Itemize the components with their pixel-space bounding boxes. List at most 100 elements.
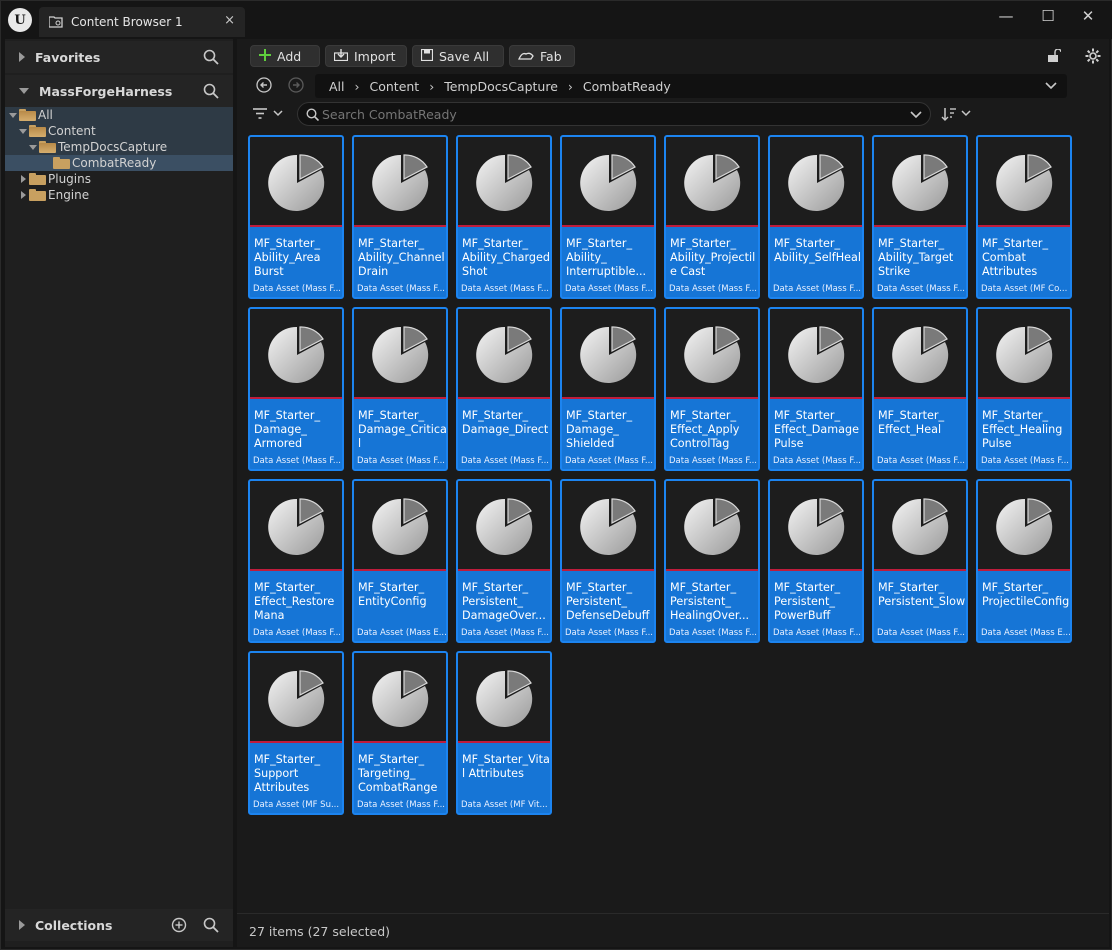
chevron-down-icon[interactable]: [1045, 80, 1057, 94]
search-icon[interactable]: [203, 49, 219, 68]
search-icon[interactable]: [203, 917, 219, 936]
window-close-icon[interactable]: ✕: [1073, 7, 1103, 27]
asset-type: Data Asset (Mass F...: [565, 284, 653, 294]
favorites-header[interactable]: Favorites: [5, 41, 233, 73]
project-header[interactable]: MassForgeHarness: [5, 75, 233, 107]
save-icon: [420, 48, 434, 64]
asset-thumbnail: [770, 481, 862, 571]
tree-item-content[interactable]: Content: [5, 123, 233, 139]
collapse-arrow-icon[interactable]: [19, 88, 29, 94]
asset-tile[interactable]: MF_Starter_Vital Attributes Data Asset (M…: [456, 651, 552, 815]
back-arrow-icon[interactable]: [256, 77, 272, 96]
import-button[interactable]: Import: [325, 45, 407, 67]
data-asset-icon: [372, 498, 429, 555]
chevron-down-icon[interactable]: [910, 109, 922, 123]
asset-thumbnail: [354, 481, 446, 571]
data-asset-icon: [580, 154, 637, 211]
search-icon[interactable]: [203, 83, 219, 102]
asset-tile[interactable]: MF_Starter_ Persistent_ PowerBuff Data As…: [768, 479, 864, 643]
asset-tile[interactable]: MF_Starter_ Ability_Area Burst Data Asset…: [248, 135, 344, 299]
breadcrumb-item[interactable]: All: [329, 79, 345, 94]
chevron-right-icon[interactable]: ›: [429, 79, 434, 94]
tree-item-label: CombatReady: [72, 156, 157, 170]
minimize-icon[interactable]: —: [991, 7, 1021, 27]
asset-type: Data Asset (Mass F...: [253, 284, 341, 294]
lock-icon[interactable]: [1047, 48, 1062, 66]
asset-tile[interactable]: MF_Starter_ Persistent_ HealingOver... Da…: [664, 479, 760, 643]
data-asset-icon: [268, 670, 325, 727]
asset-name: MF_Starter_Vital Attributes: [462, 753, 550, 780]
asset-tile[interactable]: MF_Starter_ EntityConfig Data Asset (Mass…: [352, 479, 448, 643]
tree-item-plugins[interactable]: Plugins: [5, 171, 233, 187]
asset-tile[interactable]: MF_Starter_ Ability_Channel Drain Data As…: [352, 135, 448, 299]
settings-gear-icon[interactable]: [1085, 48, 1101, 67]
add-button[interactable]: Add: [250, 45, 320, 67]
asset-name: MF_Starter_ Damage_ Armored: [254, 409, 321, 450]
asset-tile[interactable]: MF_Starter_ Ability_ Interruptible... Dat…: [560, 135, 656, 299]
fab-button[interactable]: Fab: [509, 45, 575, 67]
asset-tile[interactable]: MF_Starter_ Effect_Restore Mana Data Asse…: [248, 479, 344, 643]
asset-tile[interactable]: MF_Starter_ Ability_Charged Shot Data Ass…: [456, 135, 552, 299]
chevron-right-icon[interactable]: ›: [568, 79, 573, 94]
asset-name: MF_Starter_ Damage_Direct: [462, 409, 549, 436]
data-asset-icon: [372, 670, 429, 727]
search-bar: [237, 101, 1109, 129]
sort-icon[interactable]: [941, 106, 973, 125]
chevron-right-icon[interactable]: ›: [355, 79, 360, 94]
add-collection-icon[interactable]: [171, 917, 187, 936]
tab-content-browser[interactable]: Content Browser 1 ×: [39, 7, 245, 37]
asset-type: Data Asset (Mass F...: [565, 628, 653, 638]
tree-item-combatready[interactable]: CombatReady: [5, 155, 233, 171]
breadcrumb-item[interactable]: CombatReady: [583, 79, 671, 94]
data-asset-icon: [372, 326, 429, 383]
toolbar: Add Import Save All Fab: [237, 39, 1109, 73]
asset-tile[interactable]: MF_Starter_ Damage_ Shielded Data Asset (…: [560, 307, 656, 471]
asset-tile[interactable]: MF_Starter_ Support Attributes Data Asset…: [248, 651, 344, 815]
asset-type: Data Asset (MF Su...: [253, 800, 340, 810]
filter-icon[interactable]: [253, 107, 287, 124]
asset-tile[interactable]: MF_Starter_ Persistent_ DamageOver... Dat…: [456, 479, 552, 643]
asset-tile[interactable]: MF_Starter_ Ability_SelfHeal Data Asset (…: [768, 135, 864, 299]
collections-header[interactable]: Collections: [5, 909, 233, 941]
asset-thumbnail: [250, 137, 342, 227]
tab-close-icon[interactable]: ×: [224, 13, 235, 28]
asset-tile[interactable]: MF_Starter_ Effect_Heal Data Asset (Mass …: [872, 307, 968, 471]
data-asset-icon: [580, 498, 637, 555]
data-asset-icon: [684, 326, 741, 383]
breadcrumb-item[interactable]: TempDocsCapture: [444, 79, 558, 94]
folder-icon: [29, 173, 46, 185]
import-label: Import: [354, 48, 396, 64]
breadcrumb-item[interactable]: Content: [370, 79, 420, 94]
asset-name: MF_Starter_ Support Attributes: [254, 753, 321, 794]
search-input[interactable]: [322, 106, 902, 122]
asset-tile[interactable]: MF_Starter_ Persistent_ DefenseDebuff Dat…: [560, 479, 656, 643]
asset-tile[interactable]: MF_Starter_ Damage_Direct Data Asset (Mas…: [456, 307, 552, 471]
asset-tile[interactable]: MF_Starter_ ProjectileConfig Data Asset (…: [976, 479, 1072, 643]
maximize-icon[interactable]: ☐: [1033, 7, 1063, 27]
asset-tile[interactable]: MF_Starter_ Combat Attributes Data Asset …: [976, 135, 1072, 299]
asset-tile[interactable]: MF_Starter_ Targeting_ CombatRange Data A…: [352, 651, 448, 815]
tree-item-engine[interactable]: Engine: [5, 187, 233, 203]
asset-name: MF_Starter_ Effect_Damage Pulse: [774, 409, 859, 450]
asset-tile[interactable]: MF_Starter_ Effect_Damage Pulse Data Asse…: [768, 307, 864, 471]
asset-tile[interactable]: MF_Starter_ Effect_Healing Pulse Data Ass…: [976, 307, 1072, 471]
expand-arrow-icon[interactable]: [19, 920, 25, 930]
asset-type: Data Asset (Mass F...: [669, 628, 757, 638]
asset-tile[interactable]: MF_Starter_ Persistent_Slow Data Asset (M…: [872, 479, 968, 643]
forward-arrow-icon[interactable]: [288, 77, 304, 96]
tree-item-all[interactable]: All: [5, 107, 233, 123]
asset-tile[interactable]: MF_Starter_ Ability_Target Strike Data As…: [872, 135, 968, 299]
search-field[interactable]: [297, 102, 931, 126]
asset-tile[interactable]: MF_Starter_ Effect_Apply ControlTag Data …: [664, 307, 760, 471]
asset-tile[interactable]: MF_Starter_ Damage_Critical Data Asset (M…: [352, 307, 448, 471]
unreal-logo-icon[interactable]: U: [8, 8, 32, 32]
expand-arrow-icon[interactable]: [19, 52, 25, 62]
asset-tile[interactable]: MF_Starter_ Damage_ Armored Data Asset (M…: [248, 307, 344, 471]
asset-type: Data Asset (Mass F...: [669, 284, 757, 294]
data-asset-icon: [892, 498, 949, 555]
asset-name: MF_Starter_ Ability_Channel Drain: [358, 237, 445, 278]
tree-item-tempdocscapture[interactable]: TempDocsCapture: [5, 139, 233, 155]
asset-type: Data Asset (MF Vit...: [461, 800, 548, 810]
asset-tile[interactable]: MF_Starter_ Ability_Projectile Cast Data …: [664, 135, 760, 299]
save-all-button[interactable]: Save All: [412, 45, 504, 67]
